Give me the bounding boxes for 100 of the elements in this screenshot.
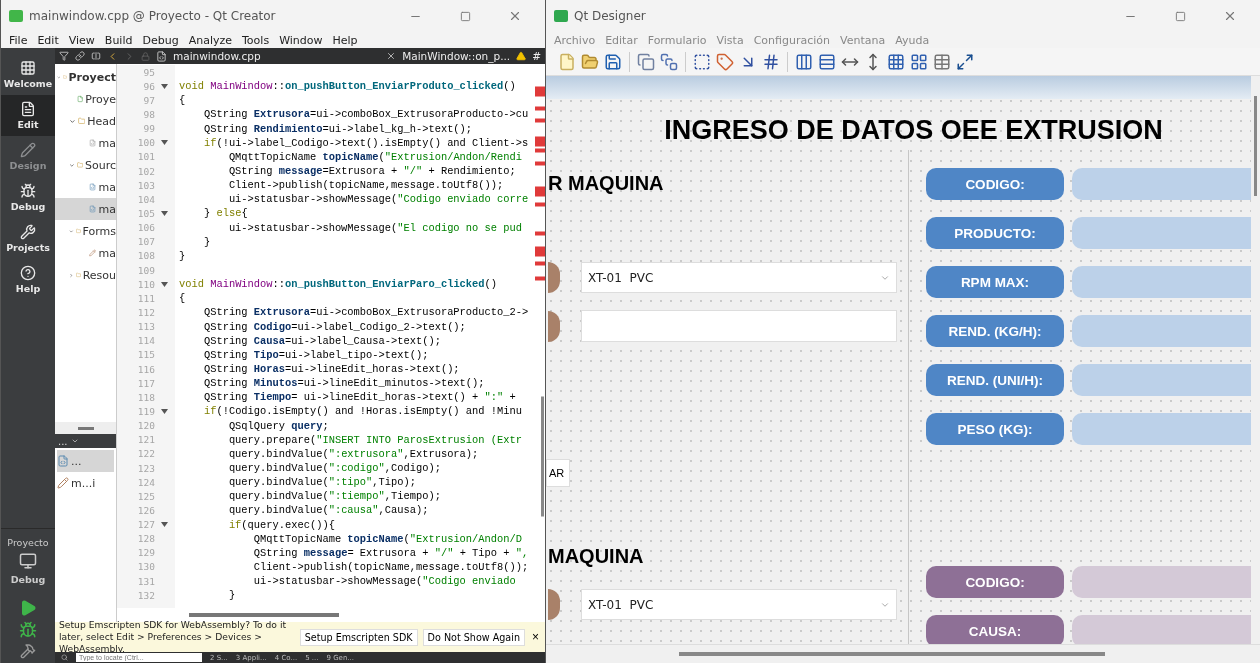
field-label: CODIGO: [926, 168, 1064, 200]
tree-item[interactable]: Proye [55, 88, 116, 110]
close-icon[interactable] [386, 51, 397, 61]
notification-button[interactable]: Setup Emscripten SDK [299, 628, 418, 646]
line-number: 131 [136, 575, 155, 587]
menu-item[interactable]: Tools [238, 33, 274, 47]
input-field[interactable] [581, 310, 897, 342]
combo-box[interactable]: XT-01 PVC [581, 262, 897, 293]
line-number: 130 [136, 561, 155, 573]
open-document-item[interactable]: m...i [57, 472, 114, 494]
code-line: QString Causa=ui->label_Causa->text(); [202, 333, 442, 348]
code-line: if(query.exec()){ [227, 517, 336, 532]
file-selector[interactable]: mainwindow.cpp [173, 50, 261, 62]
line-number: 119 [136, 405, 155, 417]
tree-item[interactable]: Sourc [55, 154, 116, 176]
close-button[interactable]: × [530, 630, 541, 644]
code-line: query.bindValue(":causa",Causa); [227, 503, 430, 518]
menu-item[interactable]: Window [275, 33, 327, 47]
tree-item[interactable]: ma [55, 132, 116, 154]
form-title: INGRESO DE DATOS OEE EXTRUSION [663, 115, 1164, 146]
line-number: 102 [136, 165, 155, 177]
wrench-icon[interactable] [20, 224, 36, 240]
hash-icon[interactable] [762, 52, 780, 71]
maximize-icon[interactable] [1174, 10, 1186, 22]
mode-tab[interactable]: Edit [1, 95, 55, 136]
open-document-item[interactable]: ... [57, 450, 114, 472]
fold-arrow-icon[interactable] [161, 408, 168, 414]
grid-icon[interactable] [887, 52, 905, 71]
code-line: } else{ [202, 206, 249, 221]
tree-item[interactable]: Proyect [55, 66, 116, 88]
menu-item[interactable]: View [64, 33, 99, 47]
rows-icon[interactable] [818, 52, 836, 71]
scrollbar-thumb[interactable] [189, 613, 339, 617]
menu-item[interactable]: Edit [33, 33, 63, 47]
select-icon[interactable] [693, 52, 711, 71]
form-button[interactable]: AR [546, 459, 570, 487]
mode-tab[interactable]: Welcome [1, 54, 55, 95]
code-line: QString Tipo=ui->label_tipo->text(); [202, 347, 430, 362]
split-icon[interactable] [91, 51, 101, 61]
dropdown-icon[interactable] [70, 437, 79, 445]
code-line: } [202, 234, 212, 249]
tree-item[interactable]: Forms [55, 220, 116, 242]
close-icon[interactable] [508, 9, 522, 23]
hash-button[interactable]: # [532, 50, 541, 62]
menu-item[interactable]: Debug [138, 33, 183, 47]
build-icon[interactable] [20, 643, 36, 659]
fold-arrow-icon[interactable] [161, 83, 168, 89]
label-pill [548, 589, 560, 620]
menu-item[interactable]: Analyze [184, 33, 236, 47]
code-line: void MainWindow::on_pushButton_EnviarParo_clicked() [178, 277, 499, 292]
filter-icon[interactable] [59, 51, 69, 61]
combo-box[interactable]: XT-01 PVC [581, 589, 897, 620]
line-number: 105 [136, 207, 155, 219]
help-icon[interactable] [20, 265, 36, 281]
field-label: PESO (KG): [926, 413, 1064, 445]
open-folder-icon[interactable] [581, 52, 599, 71]
tree-item[interactable]: ma [55, 198, 116, 220]
warning-icon[interactable] [516, 51, 527, 61]
code-line: QString Codigo=ui->label_Codigo_2->text(); [202, 319, 467, 334]
symbol-selector[interactable]: MainWindow::on_p... [402, 50, 511, 62]
stacked-squares-icon[interactable] [660, 52, 678, 71]
run-icon[interactable] [19, 599, 37, 617]
menu-item[interactable]: Build [100, 33, 137, 47]
line-number: 120 [136, 420, 155, 432]
tag-icon[interactable] [716, 52, 734, 71]
code-line: QMqttTopicName topicName("Extrusion/Andon/Rendi [227, 149, 523, 164]
menu-item[interactable]: Help [328, 33, 362, 47]
mode-tab[interactable]: Help [1, 259, 55, 300]
tree-item[interactable]: ma [55, 176, 116, 198]
open-documents-header[interactable]: ... [58, 435, 68, 447]
bug-icon[interactable] [20, 183, 36, 199]
scrollbar-thumb[interactable] [679, 652, 1105, 656]
monitor-icon[interactable] [19, 552, 37, 570]
document-icon[interactable] [20, 101, 36, 117]
grid-icon[interactable] [20, 60, 36, 76]
fold-arrow-icon[interactable] [161, 281, 168, 287]
link-icon[interactable] [75, 51, 85, 61]
tree-item[interactable]: ma [55, 242, 116, 264]
resize-icon[interactable] [956, 52, 974, 71]
scrollbar-thumb[interactable] [1254, 96, 1257, 196]
mode-tab[interactable]: Projects [1, 218, 55, 259]
section-heading: R MAQUINA [548, 172, 665, 196]
app-icon [554, 10, 568, 22]
code-line: ui->statusbar->showMessage("El codigo no se pud [227, 220, 523, 235]
copy-icon[interactable] [637, 52, 655, 71]
notification-button[interactable]: Do Not Show Again [422, 628, 525, 646]
maximize-icon[interactable] [459, 10, 471, 22]
layout-grid-icon[interactable] [910, 52, 928, 71]
fold-arrow-icon[interactable] [161, 210, 168, 216]
debug-run-icon[interactable] [19, 621, 37, 639]
mode-tab[interactable]: Debug [1, 177, 55, 218]
save-icon[interactable] [604, 52, 622, 71]
tree-item[interactable]: Resou [55, 264, 116, 286]
menu-item[interactable]: File [5, 33, 32, 47]
close-icon[interactable] [1223, 9, 1237, 23]
fold-arrow-icon[interactable] [161, 140, 168, 146]
tree-item[interactable]: Head [55, 110, 116, 132]
columns-icon[interactable] [795, 52, 813, 71]
table-icon[interactable] [933, 52, 951, 71]
fold-arrow-icon[interactable] [161, 522, 168, 528]
